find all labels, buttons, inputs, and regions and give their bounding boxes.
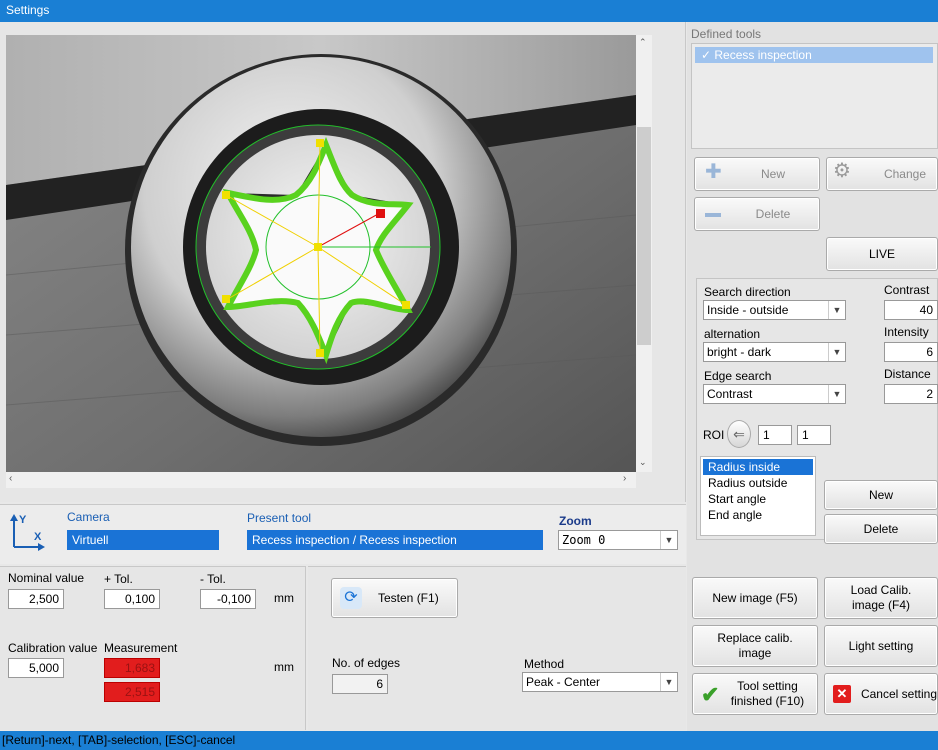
distance-label: Distance (884, 367, 931, 381)
minus-tol-field[interactable]: -0,100 (200, 589, 256, 609)
cancel-label: Cancel setting (860, 686, 937, 701)
edges-field: 6 (332, 674, 388, 694)
roi-list-item[interactable]: Radius inside (703, 459, 813, 475)
search-direction-value: Inside - outside (707, 303, 789, 317)
method-value: Peak - Center (526, 675, 601, 689)
tool-change-button[interactable]: ⚙ Change (826, 157, 938, 191)
scroll-up-icon[interactable]: ⌃ (639, 37, 647, 48)
edges-label: No. of edges (332, 656, 401, 670)
edge-search-label: Edge search (704, 369, 772, 383)
roi-list-item[interactable]: Radius outside (703, 475, 813, 491)
chevron-down-icon: ▼ (660, 531, 677, 549)
tool-item-recess[interactable]: ✓ Recess inspection (695, 47, 933, 63)
nominal-label: Nominal value (8, 571, 85, 585)
tool-finished-button[interactable]: ✔ Tool setting finished (F10) (692, 673, 818, 715)
camera-image[interactable] (6, 35, 636, 472)
search-direction-label: Search direction (704, 285, 791, 299)
defined-tools-list[interactable]: ✓ Recess inspection (691, 43, 938, 149)
camera-horizontal-scrollbar[interactable]: ‹ › (6, 472, 636, 488)
measurement-field-2: 2,515 (104, 682, 160, 702)
plus-tol-field[interactable]: 0,100 (104, 589, 160, 609)
search-direction-select[interactable]: Inside - outside ▼ (703, 300, 846, 320)
axis-x-label: X (34, 531, 42, 543)
unit-label-2: mm (274, 660, 294, 674)
contrast-field[interactable]: 40 (884, 300, 938, 320)
new-image-button[interactable]: New image (F5) (692, 577, 818, 619)
roi-label: ROI (703, 428, 725, 442)
chevron-down-icon: ▼ (660, 673, 677, 691)
test-button-label: Testen (F1) (378, 590, 439, 605)
status-text: [Return]-next, [TAB]-selection, [ESC]-ca… (2, 733, 236, 747)
unit-label: mm (274, 591, 294, 605)
tool-delete-label: Delete (755, 206, 791, 221)
scroll-thumb[interactable] (637, 127, 651, 345)
minus-tol-label: - Tol. (200, 572, 226, 586)
roi-new-button[interactable]: New (824, 480, 938, 510)
chevron-down-icon: ▼ (828, 301, 845, 319)
tool-delete-button[interactable]: Delete (694, 197, 820, 231)
intensity-label: Intensity (884, 325, 929, 339)
roi-delete-button[interactable]: Delete (824, 514, 938, 544)
camera-label: Camera (67, 510, 110, 524)
light-setting-button[interactable]: Light setting (824, 625, 938, 667)
close-icon: ✕ (833, 685, 851, 703)
axis-y-label: Y (19, 514, 27, 526)
measurement-field-1: 1,683 (104, 658, 160, 678)
distance-field[interactable]: 2 (884, 384, 938, 404)
camera-field[interactable]: Virtuell (67, 530, 219, 550)
measurement-label: Measurement (104, 641, 178, 655)
roi-list[interactable]: Radius inside Radius outside Start angle… (700, 456, 816, 536)
roi-field-2[interactable]: 1 (797, 425, 831, 445)
chevron-down-icon: ▼ (828, 385, 845, 403)
alternation-value: bright - dark (707, 345, 772, 359)
method-label: Method (524, 657, 565, 671)
replace-calib-button[interactable]: Replace calib. image (692, 625, 818, 667)
roi-back-icon[interactable]: ⇐ (727, 420, 751, 448)
alternation-select[interactable]: bright - dark ▼ (703, 342, 846, 362)
status-bar: [Return]-next, [TAB]-selection, [ESC]-ca… (0, 731, 938, 750)
calibration-field[interactable]: 5,000 (8, 658, 64, 678)
camera-vertical-scrollbar[interactable]: ⌃ ⌄ (636, 35, 652, 472)
present-tool-label: Present tool (247, 511, 312, 525)
roi-field-1[interactable]: 1 (758, 425, 792, 445)
live-button[interactable]: LIVE (826, 237, 938, 271)
checkmark-icon: ✔ (701, 681, 720, 707)
nominal-field[interactable]: 2,500 (8, 589, 64, 609)
window-title: Settings (6, 3, 50, 17)
edge-search-value: Contrast (707, 387, 753, 401)
tool-new-button[interactable]: ✚ New (694, 157, 820, 191)
calibration-label: Calibration value (8, 641, 98, 655)
method-select[interactable]: Peak - Center ▼ (522, 672, 678, 692)
test-button[interactable]: ⟳ Testen (F1) (331, 578, 458, 618)
zoom-label: Zoom (559, 514, 592, 528)
scroll-left-icon[interactable]: ‹ (9, 473, 12, 484)
window-titlebar: Settings (0, 0, 938, 22)
zoom-value: Zoom 0 (562, 533, 606, 547)
scroll-right-icon[interactable]: › (623, 473, 626, 484)
plus-icon: ✚ (705, 161, 722, 183)
minus-icon (705, 213, 721, 217)
cancel-button[interactable]: ✕ Cancel setting (824, 673, 938, 715)
load-calib-button[interactable]: Load Calib. image (F4) (824, 577, 938, 619)
zoom-select[interactable]: Zoom 0 ▼ (558, 530, 678, 550)
tool-finished-label: Tool setting finished (F10) (730, 679, 805, 708)
roi-list-item[interactable]: Start angle (703, 491, 813, 507)
tool-new-label: New (760, 166, 785, 181)
camera-image-svg (6, 35, 636, 472)
tool-change-label: Change (883, 166, 927, 181)
chevron-down-icon: ▼ (828, 343, 845, 361)
edge-search-select[interactable]: Contrast ▼ (703, 384, 846, 404)
alternation-label: alternation (704, 327, 761, 341)
gear-icon: ⚙ (833, 160, 851, 182)
intensity-field[interactable]: 6 (884, 342, 938, 362)
present-tool-field[interactable]: Recess inspection / Recess inspection (247, 530, 543, 550)
plus-tol-label: + Tol. (104, 572, 133, 586)
refresh-icon: ⟳ (340, 587, 362, 609)
contrast-label: Contrast (884, 283, 930, 297)
roi-list-item[interactable]: End angle (703, 507, 813, 523)
scroll-down-icon[interactable]: ⌄ (639, 457, 647, 468)
defined-tools-title: Defined tools (691, 27, 762, 41)
